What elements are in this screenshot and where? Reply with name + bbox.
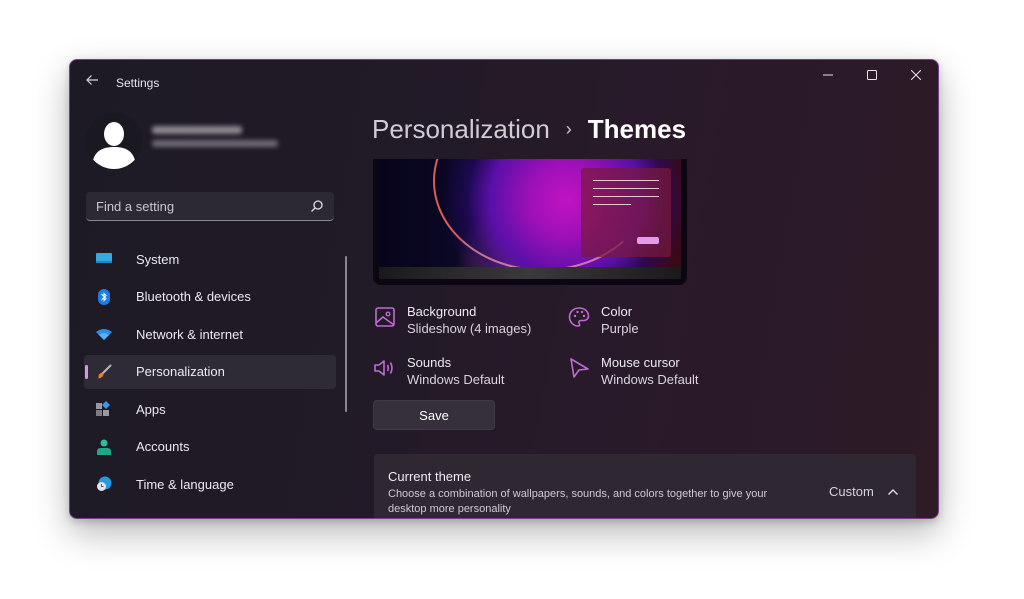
preview-text-line xyxy=(593,204,631,205)
preview-taskbar xyxy=(379,267,681,279)
search-icon[interactable] xyxy=(310,199,324,213)
current-theme-card[interactable]: Current theme Choose a combination of wa… xyxy=(374,454,916,518)
back-button[interactable] xyxy=(84,72,100,88)
save-button[interactable]: Save xyxy=(373,400,495,430)
search-box[interactable] xyxy=(86,192,334,221)
minimize-button[interactable] xyxy=(806,60,850,90)
mouse-cursor-property[interactable]: Mouse cursor Windows Default xyxy=(567,354,767,388)
sidebar-scrollbar[interactable] xyxy=(345,256,347,412)
preview-text-line xyxy=(593,196,659,197)
preview-text-line xyxy=(593,188,659,189)
background-property[interactable]: Background Slideshow (4 images) xyxy=(373,303,573,337)
maximize-button[interactable] xyxy=(850,60,894,90)
property-value: Purple xyxy=(601,321,639,336)
property-value: Windows Default xyxy=(407,372,505,387)
user-email-blurred xyxy=(152,140,278,147)
back-arrow-icon xyxy=(86,75,98,85)
cursor-icon xyxy=(570,358,589,378)
property-title: Sounds xyxy=(407,355,452,370)
monitor-icon xyxy=(96,251,112,267)
avatar[interactable] xyxy=(86,113,142,169)
clock-globe-icon xyxy=(96,476,112,492)
close-icon xyxy=(911,70,921,80)
apps-icon xyxy=(96,401,112,417)
preview-window xyxy=(581,168,671,257)
chevron-up-icon[interactable] xyxy=(886,485,900,499)
sidebar-nav: System Bluetooth & devices Network & int… xyxy=(84,242,336,505)
current-theme-title: Current theme xyxy=(388,469,472,484)
maximize-icon xyxy=(867,70,877,80)
speaker-icon xyxy=(374,360,393,376)
sidebar-item-label: System xyxy=(136,251,180,267)
app-title: Settings xyxy=(116,76,160,90)
sidebar-item-label: Apps xyxy=(136,401,166,417)
sidebar-item-label: Time & language xyxy=(136,476,234,492)
sidebar-item-label: Personalization xyxy=(136,364,225,379)
sidebar-item-apps[interactable]: Apps xyxy=(84,392,336,426)
bluetooth-icon xyxy=(96,288,112,305)
settings-window: Settings Sys xyxy=(69,59,939,519)
property-title: Color xyxy=(601,304,633,319)
property-title: Mouse cursor xyxy=(601,355,680,370)
sidebar-item-system[interactable]: System xyxy=(84,242,336,276)
palette-icon xyxy=(568,307,590,327)
user-info-blurred xyxy=(152,126,282,156)
sidebar-item-personalization[interactable]: Personalization xyxy=(84,354,336,389)
sidebar-item-accounts[interactable]: Accounts xyxy=(84,430,336,464)
paintbrush-icon xyxy=(96,364,112,380)
sidebar-item-bluetooth[interactable]: Bluetooth & devices xyxy=(84,280,336,314)
wifi-icon xyxy=(96,326,112,342)
sidebar-item-network[interactable]: Network & internet xyxy=(84,317,336,351)
close-button[interactable] xyxy=(894,60,938,90)
sidebar-item-label: Accounts xyxy=(136,439,190,454)
breadcrumb-separator: › xyxy=(565,119,572,139)
property-value: Slideshow (4 images) xyxy=(407,321,532,336)
sidebar-item-label: Bluetooth & devices xyxy=(136,289,251,304)
page-title: Themes xyxy=(587,114,687,144)
sidebar-item-time-language[interactable]: Time & language xyxy=(84,467,336,501)
preview-text-line xyxy=(593,180,659,181)
window-controls xyxy=(806,60,938,90)
current-theme-description: Choose a combination of wallpapers, soun… xyxy=(388,488,768,515)
property-value: Windows Default xyxy=(601,372,699,387)
user-name-blurred xyxy=(152,126,242,134)
image-icon xyxy=(375,307,395,327)
preview-accent-button xyxy=(637,237,659,244)
sidebar-item-label: Network & internet xyxy=(136,326,243,342)
property-title: Background xyxy=(407,304,477,319)
person-icon xyxy=(96,439,112,455)
breadcrumb: Personalization › Themes xyxy=(372,114,686,145)
sounds-property[interactable]: Sounds Windows Default xyxy=(373,354,573,388)
breadcrumb-parent[interactable]: Personalization xyxy=(372,114,550,145)
current-theme-value: Custom xyxy=(829,484,874,499)
color-property[interactable]: Color Purple xyxy=(567,303,767,337)
selection-indicator xyxy=(85,364,88,379)
user-silhouette-icon xyxy=(92,122,136,169)
minimize-icon xyxy=(823,74,833,76)
theme-preview xyxy=(373,159,687,285)
search-input[interactable] xyxy=(96,198,310,214)
